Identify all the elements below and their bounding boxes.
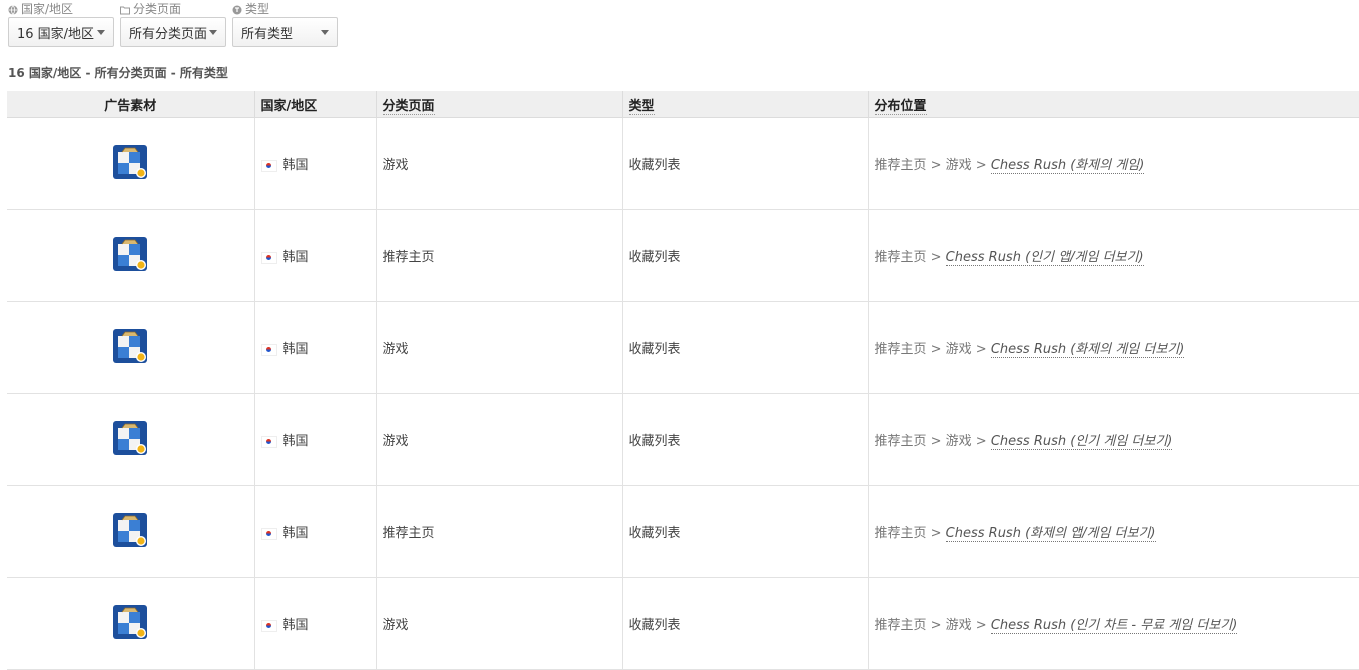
category-filter-label: 分类页面 bbox=[133, 2, 182, 16]
placement-table: 广告素材 国家/地区 分类页面 类型 分布位置 韩国 游戏 收藏列表 推荐主页 … bbox=[7, 91, 1359, 670]
type-cell: 收藏列表 bbox=[622, 301, 869, 394]
header-creative: 广告素材 bbox=[7, 91, 255, 118]
chess-rush-app-icon bbox=[113, 420, 148, 455]
table-row: 韩国 游戏 收藏列表 推荐主页 > 游戏 > Chess Rush (인기 차트… bbox=[7, 577, 1359, 670]
placement-prefix: 推荐主页 > 游戏 > bbox=[874, 434, 987, 449]
country-cell: 韩国 bbox=[254, 393, 377, 486]
category-cell: 游戏 bbox=[376, 577, 623, 670]
placement-cell: 推荐主页 > 游戏 > Chess Rush (화제의 게임) bbox=[868, 117, 1359, 210]
placement-prefix: 推荐主页 > 游戏 > bbox=[874, 342, 987, 357]
country-filter: 国家/地区 16 国家/地区 bbox=[8, 2, 114, 47]
chevron-down-icon bbox=[97, 29, 105, 35]
header-category[interactable]: 分类页面 bbox=[376, 91, 623, 118]
country-dropdown-value: 16 国家/地区 bbox=[17, 26, 95, 42]
table-row: 韩国 游戏 收藏列表 推荐主页 > 游戏 > Chess Rush (화제의 게… bbox=[7, 301, 1359, 394]
creative-cell bbox=[7, 301, 255, 394]
category-cell: 游戏 bbox=[376, 393, 623, 486]
filter-summary: 16 国家/地区 - 所有分类页面 - 所有类型 bbox=[8, 66, 228, 80]
placement-link[interactable]: Chess Rush (인기 게임 더보기) bbox=[990, 434, 1173, 450]
country-name: 韩国 bbox=[282, 158, 309, 173]
korea-flag-icon bbox=[260, 159, 277, 172]
header-placement-label: 分布位置 bbox=[874, 98, 927, 115]
category-cell: 推荐主页 bbox=[376, 209, 623, 302]
header-type-label: 类型 bbox=[628, 98, 655, 115]
placement-prefix: 推荐主页 > bbox=[874, 526, 942, 541]
country-cell: 韩国 bbox=[254, 209, 377, 302]
type-cell: 收藏列表 bbox=[622, 485, 869, 578]
filter-bar: 国家/地区 16 国家/地区 分类页面 所有分类页面 类型 所有类型 bbox=[8, 2, 338, 47]
country-cell: 韩国 bbox=[254, 117, 377, 210]
type-dropdown-value: 所有类型 bbox=[241, 26, 294, 42]
country-cell: 韩国 bbox=[254, 301, 377, 394]
country-name: 韩国 bbox=[282, 434, 309, 449]
category-dropdown-value: 所有分类页面 bbox=[129, 26, 208, 42]
type-dropdown[interactable]: 所有类型 bbox=[232, 17, 338, 47]
globe-icon bbox=[8, 4, 18, 15]
placement-prefix: 推荐主页 > 游戏 > bbox=[874, 618, 987, 633]
header-type[interactable]: 类型 bbox=[622, 91, 869, 118]
category-cell: 推荐主页 bbox=[376, 485, 623, 578]
placement-link[interactable]: Chess Rush (화제의 앱/게임 더보기) bbox=[945, 526, 1156, 542]
korea-flag-icon bbox=[260, 527, 277, 540]
table-row: 韩国 游戏 收藏列表 推荐主页 > 游戏 > Chess Rush (화제의 게… bbox=[7, 117, 1359, 210]
korea-flag-icon bbox=[260, 343, 277, 356]
placement-link[interactable]: Chess Rush (인기 앱/게임 더보기) bbox=[945, 250, 1144, 266]
category-dropdown[interactable]: 所有分类页面 bbox=[120, 17, 226, 47]
type-cell: 收藏列表 bbox=[622, 209, 869, 302]
placement-prefix: 推荐主页 > 游戏 > bbox=[874, 158, 987, 173]
creative-cell bbox=[7, 209, 255, 302]
header-category-label: 分类页面 bbox=[382, 98, 435, 115]
chess-rush-app-icon bbox=[113, 328, 148, 363]
placement-link[interactable]: Chess Rush (화제의 게임 더보기) bbox=[990, 342, 1185, 358]
chess-rush-app-icon bbox=[113, 512, 148, 547]
placement-cell: 推荐主页 > 游戏 > Chess Rush (인기 게임 더보기) bbox=[868, 393, 1359, 486]
type-cell: 收藏列表 bbox=[622, 117, 869, 210]
chess-rush-app-icon bbox=[113, 236, 148, 271]
type-icon bbox=[232, 5, 242, 14]
creative-cell bbox=[7, 577, 255, 670]
chevron-down-icon bbox=[321, 29, 329, 35]
table-row: 韩国 游戏 收藏列表 推荐主页 > 游戏 > Chess Rush (인기 게임… bbox=[7, 393, 1359, 486]
creative-cell bbox=[7, 393, 255, 486]
country-name: 韩国 bbox=[282, 526, 309, 541]
chevron-down-icon bbox=[209, 29, 217, 35]
chess-rush-app-icon bbox=[113, 144, 148, 179]
placement-cell: 推荐主页 > 游戏 > Chess Rush (화제의 게임 더보기) bbox=[868, 301, 1359, 394]
type-cell: 收藏列表 bbox=[622, 577, 869, 670]
country-name: 韩国 bbox=[282, 618, 309, 633]
category-cell: 游戏 bbox=[376, 117, 623, 210]
type-filter: 类型 所有类型 bbox=[232, 2, 338, 47]
country-cell: 韩国 bbox=[254, 485, 377, 578]
placement-cell: 推荐主页 > Chess Rush (화제의 앱/게임 더보기) bbox=[868, 485, 1359, 578]
country-cell: 韩国 bbox=[254, 577, 377, 670]
type-cell: 收藏列表 bbox=[622, 393, 869, 486]
chess-rush-app-icon bbox=[113, 604, 148, 639]
country-dropdown[interactable]: 16 国家/地区 bbox=[8, 17, 114, 47]
table-row: 韩国 推荐主页 收藏列表 推荐主页 > Chess Rush (화제의 앱/게임… bbox=[7, 485, 1359, 578]
folder-icon bbox=[120, 6, 130, 14]
placement-cell: 推荐主页 > Chess Rush (인기 앱/게임 더보기) bbox=[868, 209, 1359, 302]
creative-cell bbox=[7, 117, 255, 210]
placement-link[interactable]: Chess Rush (인기 차트 - 무료 게임 더보기) bbox=[990, 618, 1238, 634]
category-filter: 分类页面 所有分类页面 bbox=[120, 2, 226, 47]
country-filter-label: 国家/地区 bbox=[21, 2, 74, 16]
category-cell: 游戏 bbox=[376, 301, 623, 394]
creative-cell bbox=[7, 485, 255, 578]
header-placement[interactable]: 分布位置 bbox=[868, 91, 1359, 118]
placement-link[interactable]: Chess Rush (화제의 게임) bbox=[990, 158, 1145, 174]
placement-cell: 推荐主页 > 游戏 > Chess Rush (인기 차트 - 무료 게임 더보… bbox=[868, 577, 1359, 670]
header-country: 国家/地区 bbox=[254, 91, 377, 118]
country-name: 韩国 bbox=[282, 342, 309, 357]
country-name: 韩国 bbox=[282, 250, 309, 265]
korea-flag-icon bbox=[260, 251, 277, 264]
korea-flag-icon bbox=[260, 435, 277, 448]
type-filter-label: 类型 bbox=[245, 2, 270, 16]
table-header-row: 广告素材 国家/地区 分类页面 类型 分布位置 bbox=[7, 91, 1359, 118]
placement-prefix: 推荐主页 > bbox=[874, 250, 942, 265]
korea-flag-icon bbox=[260, 619, 277, 632]
table-row: 韩国 推荐主页 收藏列表 推荐主页 > Chess Rush (인기 앱/게임 … bbox=[7, 209, 1359, 302]
